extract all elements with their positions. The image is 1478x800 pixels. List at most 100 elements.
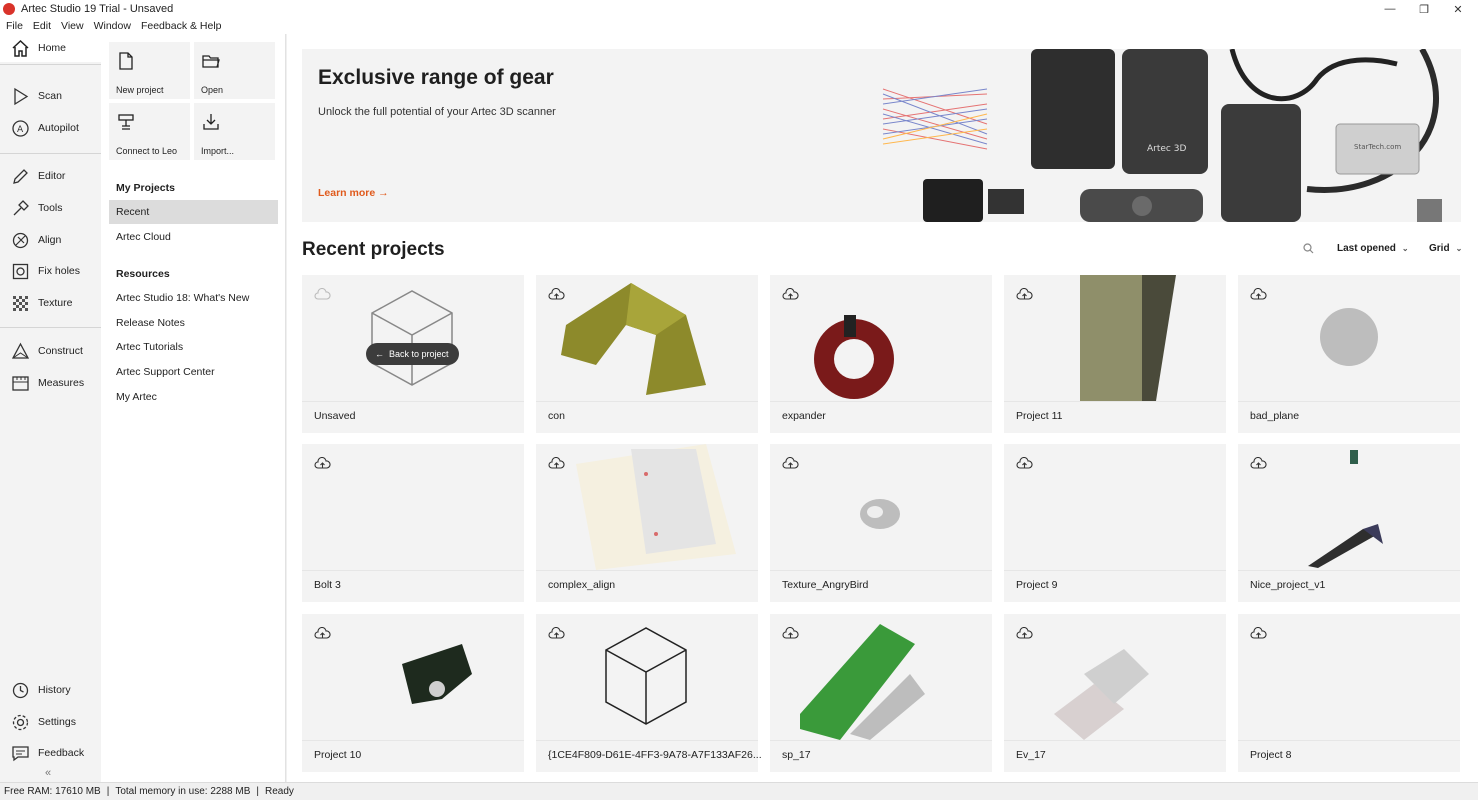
nav-label-tools: Tools [38,202,63,214]
nav-label-align: Align [38,234,62,246]
promo-banner[interactable]: Exclusive range of gear Unlock the full … [302,49,1461,222]
project-card-texture-angrybird[interactable]: Texture_AngryBird [770,444,992,602]
project-card-project-10[interactable]: Project 10 [302,614,524,772]
gear-icon [11,713,30,732]
nav-item-align[interactable]: Align [0,226,101,254]
menu-window[interactable]: Window [94,20,131,32]
feedback-icon [11,744,30,763]
new-project-tile[interactable]: New project [109,42,190,99]
cloud-upload-icon [314,627,331,639]
learn-more-link[interactable]: Learn more → [318,187,389,199]
whats-new-link[interactable]: Artec Studio 18: What's New [109,286,278,310]
maximize-button[interactable]: ❐ [1407,0,1441,18]
project-card-bad-plane[interactable]: bad_plane [1238,275,1460,433]
project-name: expander [782,410,826,422]
collapse-sidebar-button[interactable]: « [45,767,51,779]
nav-item-history[interactable]: History [0,676,101,704]
nav-label-scan: Scan [38,90,62,102]
history-icon [11,681,30,700]
cloud-upload-icon [548,457,565,469]
nav-item-autopilot[interactable]: A Autopilot [0,114,101,142]
nav-label-autopilot: Autopilot [38,122,79,134]
nav-item-home[interactable]: Home [0,34,101,62]
back-to-project-button[interactable]: ← Back to project [366,343,459,365]
nav-item-fix-holes[interactable]: Fix holes [0,257,101,285]
tutorials-link[interactable]: Artec Tutorials [109,335,278,359]
project-thumbnail [770,444,992,570]
project-card-sp-17[interactable]: sp_17 [770,614,992,772]
project-thumbnail [1238,614,1460,740]
close-button[interactable]: ✕ [1441,0,1475,18]
scanner-image [1221,104,1301,222]
window-title: Artec Studio 19 Trial - Unsaved [21,3,174,15]
free-ram-status: Free RAM: 17610 MB [4,786,101,797]
recent-link[interactable]: Recent [109,200,278,224]
folder-icon [202,52,220,70]
my-projects-heading: My Projects [116,182,175,194]
project-card-nice-project-v1[interactable]: Nice_project_v1 [1238,444,1460,602]
sort-dropdown[interactable]: Last opened ⌄ [1337,243,1409,254]
nav-item-texture[interactable]: Texture [0,289,101,317]
nav-label-editor: Editor [38,170,66,182]
nav-item-scan[interactable]: Scan [0,82,101,110]
menu-edit[interactable]: Edit [33,20,51,32]
total-memory-status: Total memory in use: 2288 MB [115,786,251,797]
project-card-unsaved[interactable]: ← Back to project Unsaved [302,275,524,433]
menu-file[interactable]: File [6,20,23,32]
project-card-bolt-3[interactable]: Bolt 3 [302,444,524,602]
project-name: Project 8 [1250,749,1292,761]
status-separator: | [106,786,110,797]
project-thumbnail [770,275,992,401]
nav-item-feedback[interactable]: Feedback [0,739,101,767]
case-image [1031,49,1115,169]
nav-item-tools[interactable]: Tools [0,194,101,222]
support-center-link[interactable]: Artec Support Center [109,360,278,384]
project-card-guid[interactable]: {1CE4F809-D61E-4FF3-9A78-A7F133AF26... [536,614,762,772]
import-tile[interactable]: Import... [194,103,275,160]
arrow-left-icon: ← [375,349,384,359]
project-thumbnail [536,444,758,570]
app-logo-icon [3,3,15,15]
cloud-upload-icon [782,288,799,300]
menu-feedback-help[interactable]: Feedback & Help [141,20,222,32]
my-artec-link[interactable]: My Artec [109,385,278,409]
open-label: Open [201,85,224,95]
measures-icon [11,374,30,393]
sort-value: Last opened [1337,243,1396,254]
menu-view[interactable]: View [61,20,84,32]
release-notes-link[interactable]: Release Notes [109,311,278,335]
maximize-icon: ❐ [1419,3,1429,16]
cloud-upload-icon [1250,457,1267,469]
nav-item-construct[interactable]: Construct [0,337,101,365]
artec-cloud-link[interactable]: Artec Cloud [109,225,278,249]
project-card-project-11[interactable]: Project 11 [1004,275,1226,433]
card-divider [302,401,524,402]
project-card-ev-17[interactable]: Ev_17 [1004,614,1226,772]
nav-item-editor[interactable]: Editor [0,162,101,190]
learn-more-label: Learn more [318,187,376,199]
chevron-down-icon: ⌄ [1455,244,1463,253]
project-thumbnail [770,614,992,740]
cloud-upload-icon [782,627,799,639]
nav-item-measures[interactable]: Measures [0,369,101,397]
project-thumbnail [1004,275,1226,401]
nav-item-settings[interactable]: Settings [0,708,101,736]
fix-holes-icon [11,262,30,281]
cloud-upload-icon [314,457,331,469]
project-card-complex-align[interactable]: complex_align [536,444,758,602]
project-card-project-8[interactable]: Project 8 [1238,614,1460,772]
connect-to-leo-tile[interactable]: Connect to Leo [109,103,190,160]
gear-product-image: Artec 3D StarTech.com [882,49,1442,222]
view-mode-dropdown[interactable]: Grid ⌄ [1429,243,1462,254]
search-button[interactable] [1303,243,1314,254]
project-name: complex_align [548,579,616,591]
project-card-project-9[interactable]: Project 9 [1004,444,1226,602]
nav-label-feedback: Feedback [38,747,85,759]
nav-label-fix-holes: Fix holes [38,265,81,277]
open-tile[interactable]: Open [194,42,275,99]
banner-title: Exclusive range of gear [318,66,554,89]
minimize-button[interactable]: — [1373,0,1407,18]
cloud-upload-icon [782,457,799,469]
project-card-con[interactable]: con [536,275,758,433]
project-card-expander[interactable]: expander [770,275,992,433]
